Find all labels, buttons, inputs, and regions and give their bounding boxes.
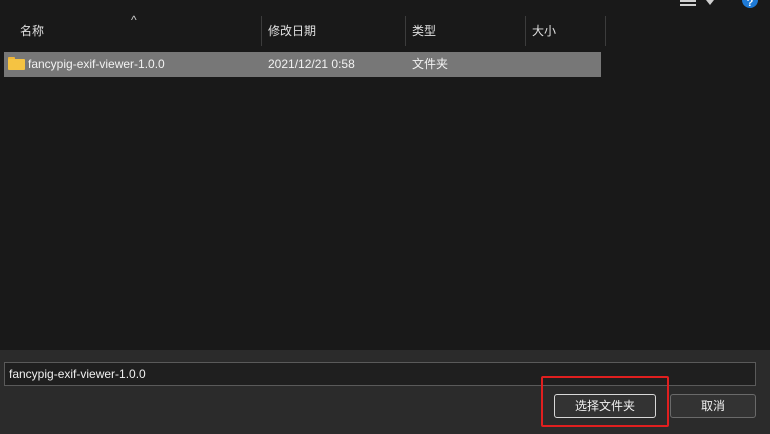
sort-ascending-icon: ^ bbox=[131, 13, 137, 27]
column-header-modified[interactable]: 修改日期 bbox=[262, 16, 404, 46]
file-list-header: 名称 修改日期 类型 大小 bbox=[0, 16, 606, 46]
chevron-down-icon[interactable] bbox=[706, 0, 714, 5]
column-header-name[interactable]: 名称 bbox=[14, 16, 260, 46]
row-modified: 2021/12/21 0:58 bbox=[268, 57, 355, 71]
annotation-highlight-box bbox=[541, 376, 669, 427]
column-header-size[interactable]: 大小 bbox=[526, 16, 604, 46]
list-view-icon[interactable] bbox=[680, 0, 696, 8]
column-header-type[interactable]: 类型 bbox=[406, 16, 524, 46]
top-strip bbox=[0, 0, 770, 16]
row-type: 文件夹 bbox=[412, 57, 449, 71]
row-name: fancypig-exif-viewer-1.0.0 bbox=[28, 57, 165, 71]
cancel-button[interactable]: 取消 bbox=[670, 394, 756, 418]
column-divider[interactable] bbox=[605, 16, 606, 46]
folder-icon bbox=[8, 57, 25, 70]
table-row[interactable]: fancypig-exif-viewer-1.0.0 2021/12/21 0:… bbox=[4, 52, 601, 77]
